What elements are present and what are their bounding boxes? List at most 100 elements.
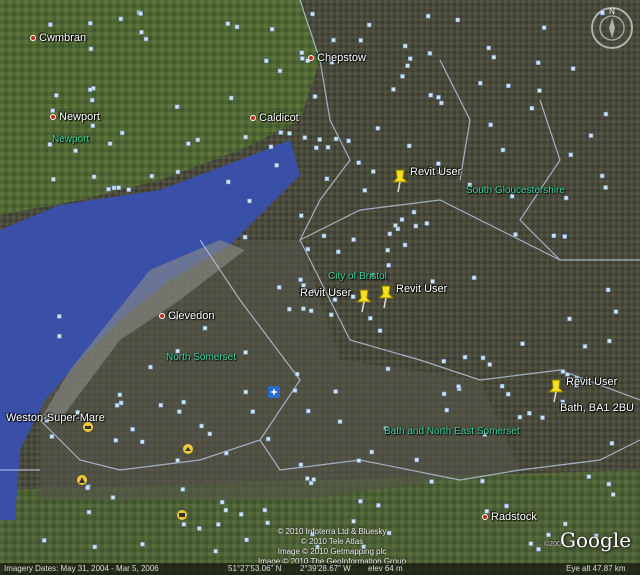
poi-marker[interactable] — [429, 479, 434, 484]
poi-marker[interactable] — [113, 437, 119, 443]
poi-marker[interactable] — [107, 141, 113, 146]
poi-marker[interactable] — [305, 476, 310, 481]
poi-marker[interactable] — [239, 511, 244, 517]
poi-marker[interactable] — [328, 312, 334, 318]
poi-marker[interactable] — [268, 144, 274, 150]
poi-marker[interactable] — [505, 391, 511, 397]
poi-marker[interactable] — [158, 402, 164, 408]
poi-marker[interactable] — [413, 223, 419, 229]
poi-marker[interactable] — [351, 237, 356, 242]
poi-marker[interactable] — [517, 414, 523, 420]
poi-marker[interactable] — [535, 60, 541, 66]
poi-marker[interactable] — [207, 431, 213, 437]
poi-marker[interactable] — [174, 104, 180, 109]
landmark-icon[interactable] — [76, 474, 88, 486]
poi-marker[interactable] — [298, 213, 304, 218]
poi-marker[interactable] — [41, 538, 47, 543]
poi-marker[interactable] — [603, 185, 608, 190]
poi-marker[interactable] — [529, 106, 535, 111]
poi-marker[interactable] — [520, 341, 525, 347]
poi-marker[interactable] — [263, 58, 269, 64]
poi-marker[interactable] — [213, 548, 218, 554]
poi-marker[interactable] — [333, 136, 339, 142]
poi-marker[interactable] — [414, 457, 420, 463]
poi-marker[interactable] — [610, 492, 616, 497]
place-clevedon[interactable]: Clevedon — [159, 310, 214, 322]
poi-marker[interactable] — [607, 338, 612, 344]
poi-marker[interactable] — [582, 344, 588, 349]
poi-marker[interactable] — [199, 423, 204, 429]
poi-marker[interactable] — [478, 80, 483, 86]
poi-marker[interactable] — [126, 187, 132, 192]
poi-marker[interactable] — [375, 126, 381, 131]
poi-marker[interactable] — [92, 544, 98, 550]
poi-marker[interactable] — [513, 232, 518, 237]
poi-marker[interactable] — [234, 24, 240, 30]
poi-marker[interactable] — [287, 131, 292, 136]
poi-marker[interactable] — [247, 198, 252, 204]
poi-marker[interactable] — [175, 458, 180, 463]
poi-marker[interactable] — [117, 392, 123, 398]
poi-marker[interactable] — [506, 83, 511, 89]
poi-marker[interactable] — [114, 403, 120, 408]
poi-marker[interactable] — [149, 173, 155, 179]
poi-marker[interactable] — [560, 369, 566, 374]
poi-marker[interactable] — [89, 97, 95, 103]
poi-marker[interactable] — [325, 145, 331, 150]
poi-marker[interactable] — [85, 485, 90, 491]
poi-marker[interactable] — [298, 462, 304, 468]
poi-marker[interactable] — [488, 122, 493, 128]
poi-marker[interactable] — [324, 176, 330, 182]
poi-marker[interactable] — [250, 409, 256, 414]
place-radstock[interactable]: Radstock — [482, 511, 537, 523]
airport-icon[interactable] — [268, 386, 280, 398]
poi-marker[interactable] — [385, 366, 391, 372]
poi-marker[interactable] — [362, 188, 368, 193]
poi-marker[interactable] — [305, 408, 311, 414]
poi-marker[interactable] — [106, 186, 111, 192]
poi-marker[interactable] — [406, 143, 412, 149]
poi-marker[interactable] — [456, 384, 461, 389]
poi-marker[interactable] — [186, 141, 191, 146]
poi-marker[interactable] — [537, 88, 542, 93]
poi-marker[interactable] — [298, 277, 303, 283]
poi-marker[interactable] — [87, 87, 93, 92]
poi-marker[interactable] — [244, 537, 249, 543]
poi-marker[interactable] — [599, 173, 605, 179]
poi-marker[interactable] — [181, 521, 187, 527]
poi-marker[interactable] — [216, 522, 221, 527]
poi-marker[interactable] — [562, 521, 568, 527]
poi-marker[interactable] — [243, 134, 248, 140]
poi-marker[interactable] — [292, 388, 298, 393]
poi-marker[interactable] — [223, 507, 229, 513]
poi-marker[interactable] — [455, 17, 461, 23]
pin-label[interactable]: Revit User — [300, 287, 351, 299]
poi-marker[interactable] — [73, 148, 78, 153]
pushpin-icon[interactable] — [390, 168, 412, 194]
poi-marker[interactable] — [603, 111, 609, 117]
poi-marker[interactable] — [439, 100, 444, 106]
poi-marker[interactable] — [139, 29, 144, 35]
poi-marker[interactable] — [317, 137, 323, 142]
poi-marker[interactable] — [57, 333, 62, 339]
poi-marker[interactable] — [265, 520, 270, 526]
poi-marker[interactable] — [287, 306, 292, 312]
poi-marker[interactable] — [504, 503, 509, 509]
poi-marker[interactable] — [441, 358, 447, 364]
poi-marker[interactable] — [49, 434, 55, 439]
poi-marker[interactable] — [486, 45, 492, 51]
pin-label[interactable]: Revit User — [396, 283, 447, 295]
poi-marker[interactable] — [86, 509, 92, 515]
poi-marker[interactable] — [226, 179, 231, 185]
poi-marker[interactable] — [111, 185, 117, 191]
poi-marker[interactable] — [356, 458, 362, 463]
poi-marker[interactable] — [91, 174, 97, 180]
poi-marker[interactable] — [313, 145, 319, 150]
poi-marker[interactable] — [274, 163, 279, 168]
poi-marker[interactable] — [242, 234, 248, 240]
place-caldicot[interactable]: Caldicot — [250, 112, 299, 124]
poi-marker[interactable] — [441, 391, 447, 397]
poi-marker[interactable] — [425, 13, 431, 19]
poi-marker[interactable] — [269, 26, 275, 32]
poi-marker[interactable] — [299, 56, 305, 61]
